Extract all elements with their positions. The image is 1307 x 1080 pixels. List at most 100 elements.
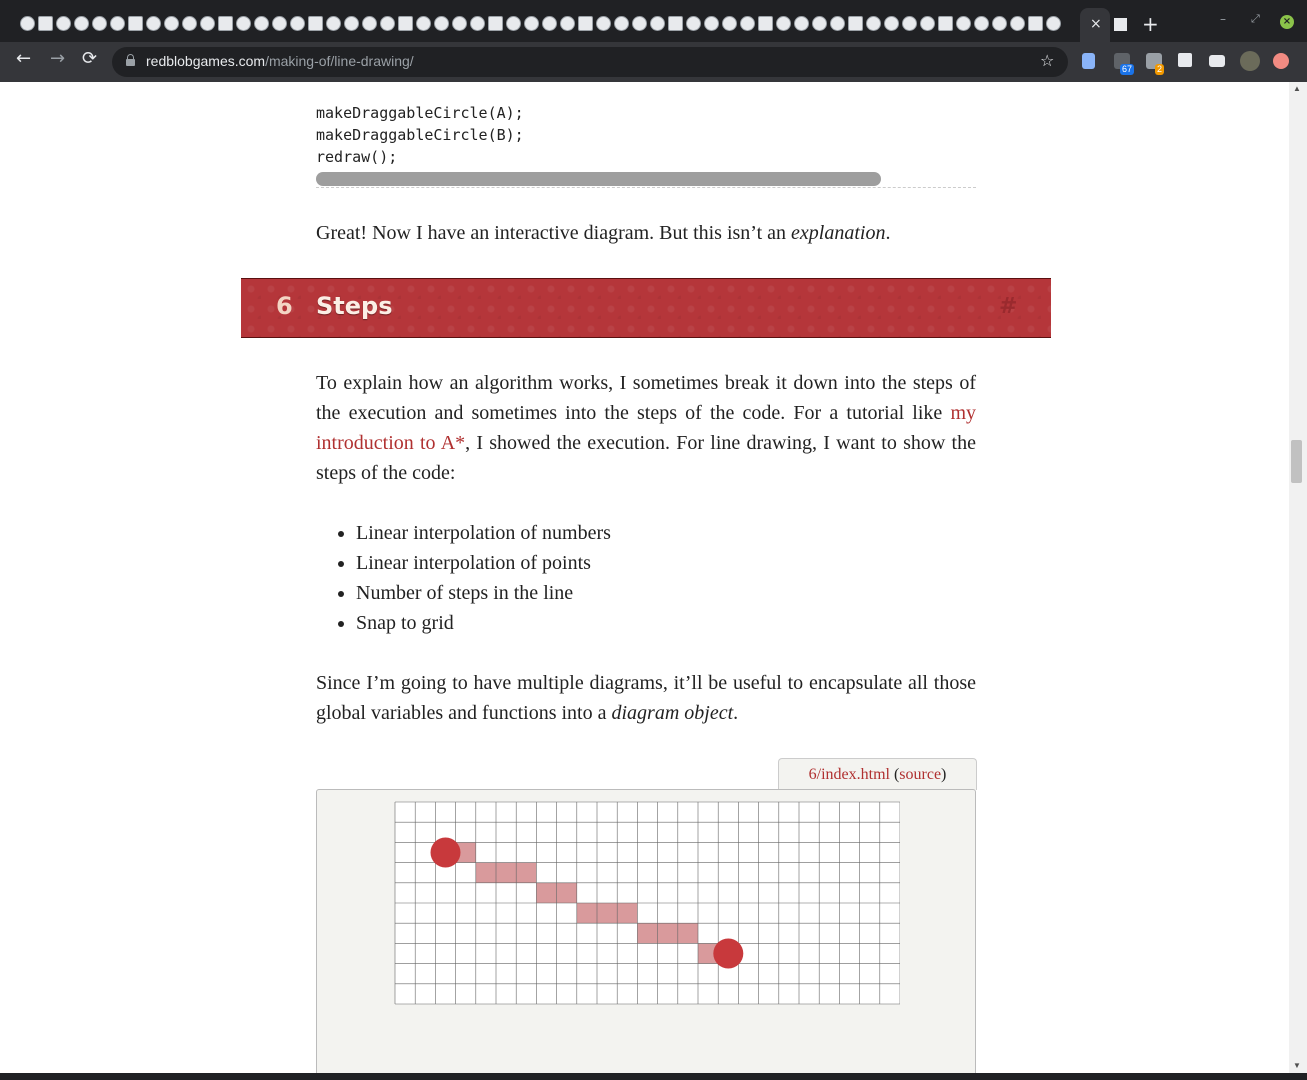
line-drawing-diagram[interactable]: [394, 801, 900, 1005]
tab-favicon[interactable]: [938, 16, 953, 31]
scroll-up-arrow-icon[interactable]: ▲: [1293, 84, 1301, 93]
code-horizontal-scrollbar[interactable]: [316, 172, 881, 186]
tab-favicon[interactable]: [362, 16, 377, 31]
tab-favicon[interactable]: [434, 16, 449, 31]
tab-favicon[interactable]: [1114, 18, 1127, 31]
draggable-point-b[interactable]: [713, 938, 744, 969]
tab-favicon[interactable]: [1010, 16, 1025, 31]
intro-emphasis: explanation: [791, 222, 886, 244]
tab-favicon[interactable]: [992, 16, 1007, 31]
tab-favicon[interactable]: [344, 16, 359, 31]
maximize-icon[interactable]: ⤢: [1251, 12, 1260, 26]
tab-favicon[interactable]: [92, 16, 107, 31]
window-close-icon[interactable]: ×: [1280, 15, 1294, 29]
tab-favicon[interactable]: [830, 16, 845, 31]
tab-favicon[interactable]: [236, 16, 251, 31]
new-tab-button[interactable]: +: [1142, 12, 1159, 36]
tab-favicon[interactable]: [398, 16, 413, 31]
tab-favicon[interactable]: [542, 16, 557, 31]
tab-favicon[interactable]: [632, 16, 647, 31]
update-icon[interactable]: [1273, 53, 1289, 69]
tab-favicon[interactable]: [704, 16, 719, 31]
tab-favicon[interactable]: [812, 16, 827, 31]
code-line: redraw();: [316, 148, 398, 166]
tab-favicon[interactable]: [254, 16, 269, 31]
tab-favicon[interactable]: [488, 16, 503, 31]
draggable-point-a[interactable]: [430, 837, 461, 868]
tab-favicon[interactable]: [416, 16, 431, 31]
tab-favicon[interactable]: [200, 16, 215, 31]
address-bar[interactable]: redblobgames.com/making-of/line-drawing/…: [112, 47, 1068, 77]
tab-favicon[interactable]: [290, 16, 305, 31]
list-item: Linear interpolation of points: [356, 548, 611, 578]
bookmark-star-icon[interactable]: ☆: [1040, 51, 1054, 70]
tab-favicon[interactable]: [902, 16, 917, 31]
tab-favicon[interactable]: [956, 16, 971, 31]
reload-button[interactable]: ⟳: [82, 48, 97, 69]
tab-favicon[interactable]: [578, 16, 593, 31]
tab-favicon[interactable]: [182, 16, 197, 31]
tab-favicon[interactable]: [110, 16, 125, 31]
tab-favicon[interactable]: [1028, 16, 1043, 31]
minimize-icon[interactable]: –: [1220, 12, 1226, 26]
tab-favicon[interactable]: [38, 16, 53, 31]
tab-favicon[interactable]: [272, 16, 287, 31]
para-text-end: .: [733, 702, 739, 724]
tab-favicon[interactable]: [20, 16, 35, 31]
docs-extension-icon[interactable]: [1082, 53, 1095, 69]
demo-source-link[interactable]: source: [899, 766, 941, 783]
tab-favicon[interactable]: [560, 16, 575, 31]
browser-toolbar: ← → ⟳ redblobgames.com/making-of/line-dr…: [0, 42, 1307, 82]
lock-icon[interactable]: [126, 54, 135, 66]
tab-favicon[interactable]: [776, 16, 791, 31]
tab-favicon[interactable]: [380, 16, 395, 31]
tab-favicon[interactable]: [650, 16, 665, 31]
scroll-down-arrow-icon[interactable]: ▼: [1293, 1061, 1301, 1070]
tab-close-icon[interactable]: ×: [1090, 16, 1102, 32]
tab-favicon[interactable]: [758, 16, 773, 31]
tab-favicon[interactable]: [470, 16, 485, 31]
profile-avatar[interactable]: [1240, 51, 1260, 71]
demo-file-link[interactable]: 6/index.html: [809, 766, 890, 783]
tab-favicon[interactable]: [308, 16, 323, 31]
tab-favicon[interactable]: [326, 16, 341, 31]
url-path: /making-of/line-drawing/: [265, 53, 414, 69]
tab-favicon[interactable]: [524, 16, 539, 31]
tab-favicon[interactable]: [848, 16, 863, 31]
back-button[interactable]: ←: [16, 48, 31, 69]
intro-paragraph: Great! Now I have an interactive diagram…: [316, 218, 976, 248]
forward-button[interactable]: →: [50, 48, 65, 69]
tab-strip: × + – ⤢ ×: [0, 0, 1307, 42]
tab-favicon[interactable]: [884, 16, 899, 31]
extension-badge: 67: [1120, 64, 1135, 75]
tab-favicon[interactable]: [218, 16, 233, 31]
page-scrollbar[interactable]: ▲ ▼: [1289, 82, 1307, 1073]
tab-favicon[interactable]: [1046, 16, 1061, 31]
tab-favicon[interactable]: [74, 16, 89, 31]
tab-favicon[interactable]: [740, 16, 755, 31]
tab-favicon[interactable]: [146, 16, 161, 31]
tab-favicon[interactable]: [668, 16, 683, 31]
scroll-thumb[interactable]: [1291, 440, 1302, 483]
tab-favicon[interactable]: [794, 16, 809, 31]
tab-favicon[interactable]: [686, 16, 701, 31]
media-queue-icon[interactable]: [1209, 55, 1225, 67]
tab-favicon[interactable]: [596, 16, 611, 31]
tab-favicon[interactable]: [164, 16, 179, 31]
paren-open: (: [889, 766, 900, 783]
tab-favicon[interactable]: [56, 16, 71, 31]
highlighted-cell: [597, 903, 618, 924]
tab-favicon[interactable]: [452, 16, 467, 31]
highlighted-cell: [536, 882, 557, 903]
demo-frame: [316, 789, 976, 1073]
puzzle-extensions-icon[interactable]: [1178, 53, 1192, 67]
tab-favicon[interactable]: [614, 16, 629, 31]
tab-favicon[interactable]: [506, 16, 521, 31]
tab-favicon[interactable]: [866, 16, 881, 31]
section-anchor-link[interactable]: #: [999, 294, 1017, 319]
tab-favicon[interactable]: [920, 16, 935, 31]
tab-favicon[interactable]: [722, 16, 737, 31]
tab-favicon[interactable]: [128, 16, 143, 31]
url-text[interactable]: redblobgames.com/making-of/line-drawing/: [146, 53, 414, 69]
tab-favicon[interactable]: [974, 16, 989, 31]
